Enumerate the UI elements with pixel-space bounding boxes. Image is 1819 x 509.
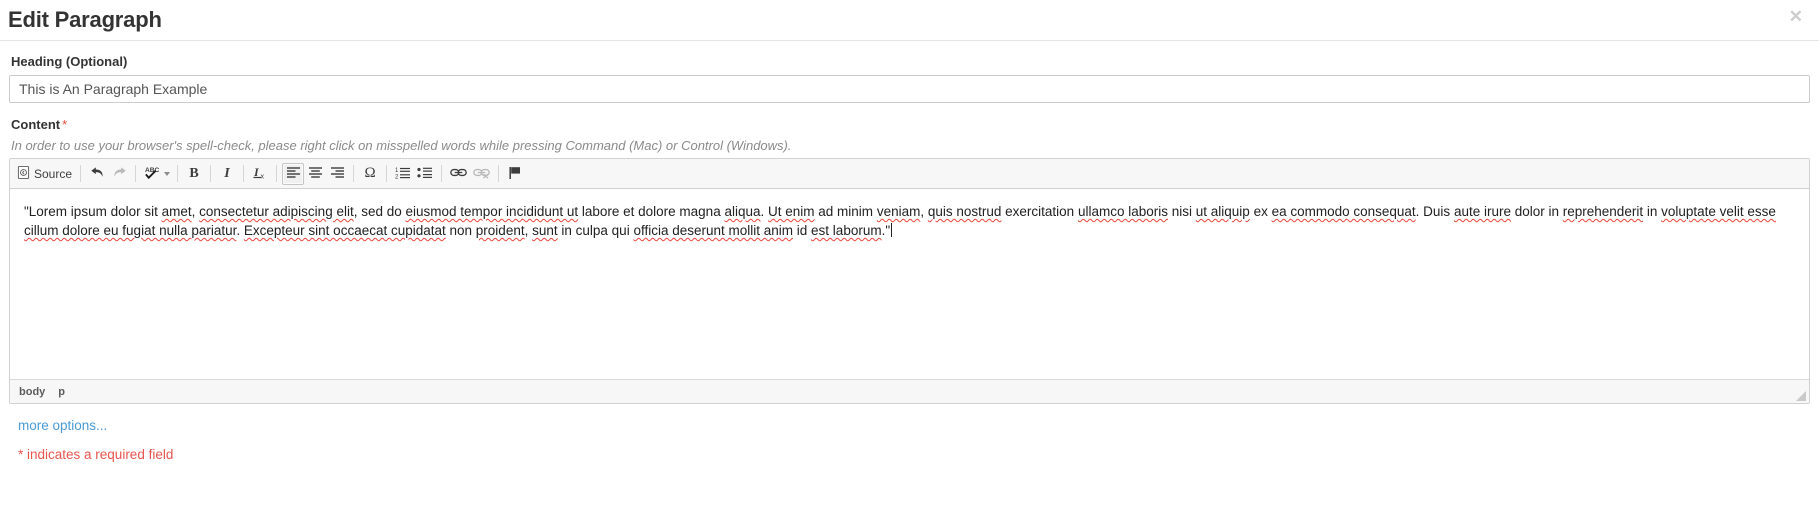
source-button[interactable]: Source xyxy=(14,163,75,185)
bulleted-list-icon xyxy=(417,166,433,181)
chevron-down-icon xyxy=(164,171,171,176)
align-left-button[interactable] xyxy=(282,162,305,185)
toolbar-separator xyxy=(441,165,443,182)
toolbar-group-lists: 1 2 xyxy=(392,162,436,186)
spellcheck-button[interactable]: ABC xyxy=(141,163,172,185)
rich-text-editor: Source ABC B I I x Ω 1 2 "Lorem ipsum do… xyxy=(9,158,1810,404)
misspelled-word: aliqua xyxy=(724,204,761,219)
abc-check-icon: ABC xyxy=(144,165,161,182)
redo-arrow-icon xyxy=(112,166,127,182)
modal-body: Heading (Optional) Content* In order to … xyxy=(0,41,1819,462)
misspelled-word: aute irure xyxy=(1453,204,1511,219)
misspelled-word: Excepteur sint occaecat cupidatat xyxy=(243,223,446,238)
misspelled-word: ea commodo consequat xyxy=(1271,204,1416,219)
svg-text:I: I xyxy=(253,165,260,179)
svg-text:1: 1 xyxy=(395,168,399,174)
text-cursor xyxy=(891,223,893,237)
misspelled-word: amet xyxy=(161,204,192,219)
italic-button[interactable]: I xyxy=(216,163,238,185)
more-options-link[interactable]: more options... xyxy=(18,418,107,433)
toolbar-group-spellcheck: ABC xyxy=(141,162,172,186)
unlink-button[interactable] xyxy=(470,163,493,185)
heading-input[interactable] xyxy=(9,75,1810,103)
remove-format-button[interactable]: I x xyxy=(249,163,271,185)
align-center-button[interactable] xyxy=(304,163,326,185)
required-field-note: * indicates a required field xyxy=(18,447,174,462)
chain-link-icon xyxy=(450,166,467,181)
align-right-button[interactable] xyxy=(326,163,348,185)
toolbar-group-basic-styles: B I I x xyxy=(183,162,271,186)
toolbar-group-insert: Ω xyxy=(359,162,381,186)
editor-content-area[interactable]: "Lorem ipsum dolor sit amet, consectetur… xyxy=(10,189,1809,379)
element-path-body[interactable]: body xyxy=(19,386,45,398)
toolbar-separator xyxy=(177,165,179,182)
content-field-label-text: Content xyxy=(11,117,61,132)
align-center-icon xyxy=(308,166,323,181)
omega-icon: Ω xyxy=(364,165,376,181)
bold-icon: B xyxy=(189,165,199,181)
spellcheck-help-text: In order to use your browser's spell-che… xyxy=(11,138,792,153)
align-left-icon xyxy=(286,166,301,181)
page-title: Edit Paragraph xyxy=(8,7,162,32)
italic-icon: I xyxy=(224,165,230,181)
link-button[interactable] xyxy=(447,163,470,185)
svg-text:2: 2 xyxy=(395,175,399,180)
special-character-button[interactable]: Ω xyxy=(359,163,381,185)
bulleted-list-button[interactable] xyxy=(414,163,436,185)
misspelled-word: quis nostrud xyxy=(927,204,1002,219)
misspelled-word: officia deserunt mollit anim xyxy=(633,223,794,238)
numbered-list-icon: 1 2 xyxy=(395,166,411,181)
source-button-label: Source xyxy=(34,166,73,181)
undo-button[interactable] xyxy=(86,163,108,185)
misspelled-word: consectetur adipiscing elit xyxy=(199,204,354,219)
content-field-group: Content * In order to use your browser's … xyxy=(9,117,1810,404)
toolbar-group-anchor xyxy=(504,162,526,186)
redo-button[interactable] xyxy=(108,163,130,185)
close-icon[interactable]: ✕ xyxy=(1785,6,1807,27)
editor-paragraph[interactable]: "Lorem ipsum dolor sit amet, consectetur… xyxy=(24,202,1795,240)
toolbar-separator xyxy=(353,165,355,182)
heading-field-group: Heading (Optional) xyxy=(9,54,1810,103)
align-right-icon xyxy=(330,166,345,181)
required-marker: * xyxy=(62,117,68,132)
numbered-list-button[interactable]: 1 2 xyxy=(392,163,414,185)
toolbar-separator xyxy=(80,165,82,182)
resize-grip-icon[interactable] xyxy=(1793,388,1807,402)
anchor-button[interactable] xyxy=(504,163,526,185)
editor-toolbar: Source ABC B I I x Ω 1 2 xyxy=(10,159,1809,189)
toolbar-separator xyxy=(243,165,245,182)
misspelled-word: eiusmod tempor incididunt ut xyxy=(405,204,579,219)
misspelled-word: est laborum xyxy=(811,223,882,238)
flag-anchor-icon xyxy=(508,166,522,182)
editor-element-path-bar: body p xyxy=(10,379,1809,403)
svg-text:x: x xyxy=(261,174,265,181)
chain-broken-icon xyxy=(473,166,490,181)
toolbar-separator xyxy=(498,165,500,182)
toolbar-group-align xyxy=(282,162,348,186)
bold-button[interactable]: B xyxy=(183,163,205,185)
heading-field-label: Heading (Optional) xyxy=(11,54,128,69)
content-field-label: Content * xyxy=(11,117,1810,132)
toolbar-separator xyxy=(135,165,137,182)
misspelled-word: ut aliquip xyxy=(1195,204,1250,219)
modal-header: Edit Paragraph ✕ xyxy=(0,0,1819,41)
misspelled-word: ullamco laboris xyxy=(1077,204,1168,219)
undo-arrow-icon xyxy=(90,166,105,182)
toolbar-separator xyxy=(276,165,278,182)
editor-text-run: "Lorem ipsum dolor sit xyxy=(24,204,162,219)
toolbar-separator xyxy=(210,165,212,182)
toolbar-group-links xyxy=(447,162,493,186)
misspelled-word: proident xyxy=(475,223,525,238)
toolbar-group-document: Source xyxy=(14,162,75,186)
misspelled-word: Ut enim xyxy=(768,204,815,219)
toolbar-separator xyxy=(386,165,388,182)
misspelled-word: veniam xyxy=(876,204,921,219)
toolbar-group-history xyxy=(86,162,130,186)
remove-format-icon: I x xyxy=(252,165,268,182)
misspelled-word: sunt xyxy=(532,223,558,238)
source-icon xyxy=(17,166,30,181)
misspelled-word: reprehenderit xyxy=(1562,204,1644,219)
element-path-p[interactable]: p xyxy=(58,386,65,398)
